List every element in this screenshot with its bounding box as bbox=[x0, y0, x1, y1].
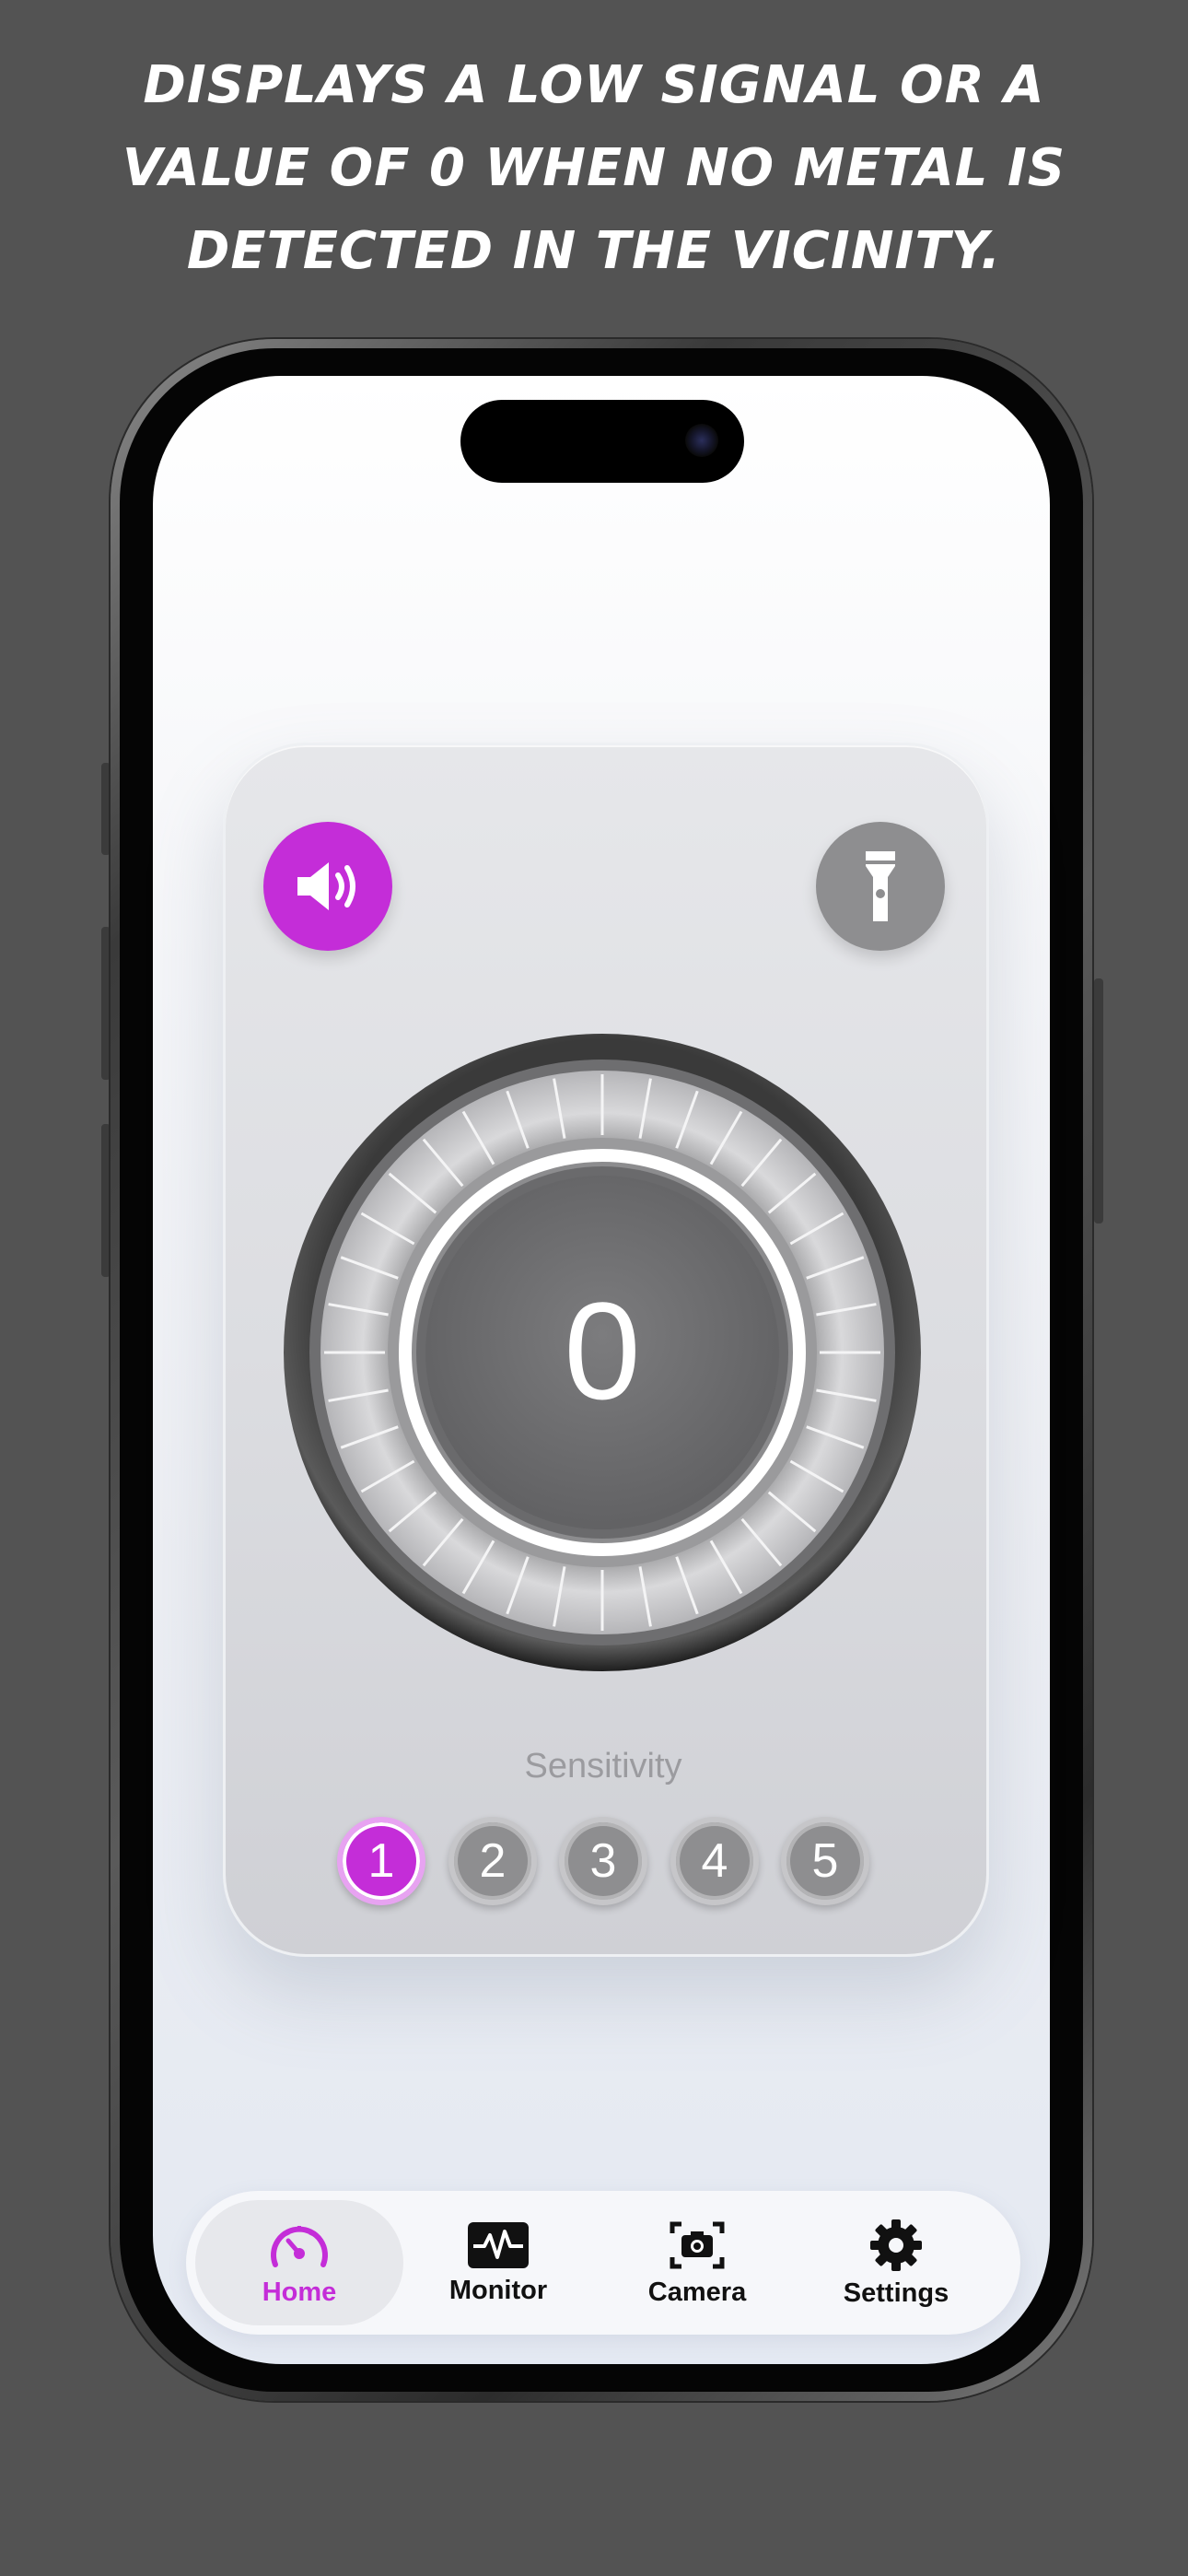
sensitivity-selector: 1 2 3 4 5 bbox=[0, 1817, 1188, 1905]
detector-dial: 0 bbox=[284, 1034, 921, 1671]
sensitivity-1-label: 1 bbox=[367, 1834, 395, 1888]
waveform-icon bbox=[468, 2221, 529, 2268]
reading-value: 0 bbox=[564, 1273, 640, 1428]
headline-line-2: value of 0 when no metal is bbox=[122, 138, 1066, 198]
sensitivity-4-button[interactable]: 4 bbox=[670, 1817, 759, 1905]
headline-line-1: Displays a low signal or a bbox=[143, 55, 1045, 115]
speedometer-icon bbox=[271, 2225, 328, 2267]
sensitivity-5-button[interactable]: 5 bbox=[781, 1817, 869, 1905]
dynamic-island bbox=[460, 400, 744, 483]
tab-monitor-label: Monitor bbox=[448, 2275, 548, 2305]
tab-monitor[interactable]: Monitor bbox=[394, 2200, 602, 2325]
gear-icon bbox=[870, 2219, 922, 2271]
tab-bar: Home Monitor Camera Settings bbox=[186, 2191, 1020, 2335]
speaker-icon bbox=[297, 862, 355, 910]
sensitivity-2-button[interactable]: 2 bbox=[448, 1817, 537, 1905]
sensitivity-5-label: 5 bbox=[811, 1834, 839, 1888]
tab-home[interactable]: Home bbox=[195, 2200, 403, 2325]
sensitivity-2-label: 2 bbox=[479, 1834, 507, 1888]
headline-line-3: detected in the vicinity. bbox=[186, 221, 1002, 281]
sound-toggle-button[interactable] bbox=[263, 822, 392, 951]
sensitivity-4-label: 4 bbox=[701, 1834, 728, 1888]
sensitivity-1-button[interactable]: 1 bbox=[337, 1817, 425, 1905]
volume-up-button bbox=[101, 927, 111, 1080]
tab-settings-label: Settings bbox=[843, 2277, 949, 2308]
sensitivity-3-label: 3 bbox=[589, 1834, 617, 1888]
camera-scan-icon bbox=[670, 2221, 725, 2268]
marketing-headline: Displays a low signal or a value of 0 wh… bbox=[0, 44, 1188, 293]
tab-camera[interactable]: Camera bbox=[593, 2200, 801, 2325]
sensitivity-3-button[interactable]: 3 bbox=[559, 1817, 647, 1905]
sensitivity-label: Sensitivity bbox=[524, 1747, 682, 1786]
flashlight-icon bbox=[866, 851, 895, 921]
flashlight-toggle-button[interactable] bbox=[816, 822, 945, 951]
tab-camera-label: Camera bbox=[647, 2277, 747, 2307]
tab-settings[interactable]: Settings bbox=[792, 2200, 1000, 2325]
power-button bbox=[1094, 978, 1103, 1224]
front-camera-icon bbox=[685, 424, 718, 457]
volume-down-button bbox=[101, 1124, 111, 1277]
tab-home-label: Home bbox=[262, 2277, 337, 2307]
action-button bbox=[101, 763, 111, 855]
